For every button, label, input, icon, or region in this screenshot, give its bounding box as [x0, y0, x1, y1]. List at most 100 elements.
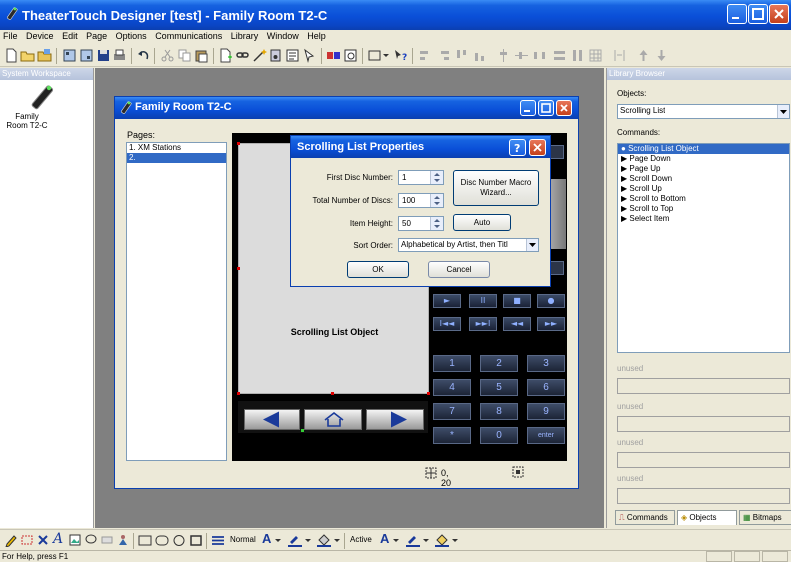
normal-font-color-icon[interactable]: A: [262, 531, 271, 546]
keypad-8-button[interactable]: 8: [480, 403, 518, 420]
command-item[interactable]: ▶ Page Up: [618, 164, 789, 174]
menu-device[interactable]: Device: [23, 30, 57, 42]
keypad-9-button[interactable]: 9: [527, 403, 565, 420]
command-item[interactable]: ▶ Scroll to Top: [618, 204, 789, 214]
stop-button[interactable]: ■: [503, 294, 531, 308]
tab-commands[interactable]: ⎍ Commands: [615, 510, 675, 525]
paste-icon[interactable]: [194, 48, 209, 63]
macro-wizard-button[interactable]: Disc Number Macro Wizard...: [453, 170, 539, 206]
active-font-color-icon[interactable]: A: [380, 531, 389, 546]
page-item-selected[interactable]: 2.: [127, 153, 226, 163]
keypad-2-button[interactable]: 2: [480, 355, 518, 372]
previous-track-button[interactable]: I◄◄: [433, 317, 461, 331]
command-item[interactable]: ▶ Scroll to Bottom: [618, 194, 789, 204]
menu-file[interactable]: File: [0, 30, 21, 42]
chevron-down-icon[interactable]: [274, 533, 282, 547]
keypad-7-button[interactable]: 7: [433, 403, 471, 420]
cancel-button[interactable]: Cancel: [428, 261, 490, 278]
chevron-down-icon[interactable]: [777, 105, 789, 118]
lasso-icon[interactable]: [84, 533, 98, 547]
keypad-star-button[interactable]: *: [433, 427, 471, 444]
import-icon[interactable]: [62, 48, 77, 63]
menu-help[interactable]: Help: [304, 30, 329, 42]
command-item-selected[interactable]: ● Scrolling List Object: [618, 144, 789, 154]
square-shape-icon[interactable]: [189, 534, 203, 547]
properties-icon[interactable]: [285, 48, 300, 63]
menu-library[interactable]: Library: [228, 30, 262, 42]
menu-edit[interactable]: Edit: [59, 30, 81, 42]
chevron-down-icon[interactable]: [392, 533, 400, 547]
wand-icon[interactable]: [252, 48, 267, 63]
dialog-help-button[interactable]: ?: [509, 139, 526, 156]
first-disc-value[interactable]: 1: [402, 173, 406, 182]
print-icon[interactable]: [112, 48, 127, 63]
resize-handle[interactable]: [237, 392, 240, 395]
keypad-5-button[interactable]: 5: [480, 379, 518, 396]
pages-list[interactable]: 1. XM Stations 2.: [126, 142, 227, 461]
item-height-spinner[interactable]: 50: [398, 216, 444, 231]
dialog-close-button[interactable]: [529, 139, 546, 156]
tab-objects[interactable]: ◈ Objects: [677, 510, 737, 525]
nav-forward-button[interactable]: [366, 409, 424, 430]
auto-button[interactable]: Auto: [453, 214, 511, 231]
save-icon[interactable]: [96, 48, 111, 63]
maximize-button[interactable]: [748, 4, 768, 24]
keypad-3-button[interactable]: 3: [527, 355, 565, 372]
button-tool-icon[interactable]: [100, 533, 114, 547]
normal-line-color-icon[interactable]: [287, 533, 303, 547]
resize-handle[interactable]: [237, 142, 240, 145]
minimize-button[interactable]: [727, 4, 747, 24]
child-maximize-button[interactable]: [538, 100, 554, 116]
chevron-down-icon[interactable]: [382, 48, 390, 63]
total-discs-value[interactable]: 100: [402, 196, 415, 205]
cut-icon[interactable]: [160, 48, 175, 63]
menu-options[interactable]: Options: [113, 30, 150, 42]
rounded-rectangle-icon[interactable]: [155, 534, 169, 547]
marquee-icon[interactable]: [20, 533, 34, 547]
resize-handle[interactable]: [237, 267, 240, 270]
rectangle-shape-icon[interactable]: [138, 534, 152, 547]
active-fill-color-icon[interactable]: [434, 533, 450, 547]
ok-button[interactable]: OK: [347, 261, 409, 278]
open-project-icon[interactable]: [37, 48, 52, 63]
preview-icon[interactable]: [343, 48, 358, 63]
normal-fill-color-icon[interactable]: [316, 533, 332, 547]
menu-page[interactable]: Page: [83, 30, 110, 42]
sort-order-select[interactable]: Alphabetical by Artist, then Titl: [398, 238, 539, 252]
image-tool-icon[interactable]: [68, 533, 82, 547]
sort-order-value[interactable]: Alphabetical by Artist, then Titl: [401, 240, 527, 249]
menu-communications[interactable]: Communications: [152, 30, 225, 42]
pencil-icon[interactable]: [4, 533, 18, 547]
delete-icon[interactable]: [36, 533, 50, 547]
keypad-0-button[interactable]: 0: [480, 427, 518, 444]
active-line-color-icon[interactable]: [405, 533, 421, 547]
keypad-enter-button[interactable]: enter: [527, 427, 565, 444]
chevron-down-icon[interactable]: [333, 533, 341, 547]
new-page-icon[interactable]: [218, 48, 233, 63]
tab-bitmaps[interactable]: ▦ Bitmaps: [739, 510, 791, 525]
copy-icon[interactable]: [177, 48, 192, 63]
open-folder-icon[interactable]: [20, 48, 35, 63]
export-icon[interactable]: [79, 48, 94, 63]
chevron-down-icon[interactable]: [526, 239, 538, 251]
rewind-button[interactable]: ◄◄: [503, 317, 531, 331]
device-label[interactable]: Family Room T2-C: [4, 112, 50, 130]
command-item[interactable]: ▶ Scroll Down: [618, 174, 789, 184]
undo-icon[interactable]: [136, 48, 151, 63]
command-item[interactable]: ▶ Scroll Up: [618, 184, 789, 194]
device-icon[interactable]: [268, 48, 283, 63]
spinner-arrows[interactable]: [430, 217, 443, 230]
nav-home-button[interactable]: [304, 409, 362, 430]
page-item[interactable]: 1. XM Stations: [127, 143, 226, 153]
chevron-down-icon[interactable]: [422, 533, 430, 547]
item-height-value[interactable]: 50: [402, 219, 411, 228]
keypad-6-button[interactable]: 6: [527, 379, 565, 396]
first-disc-spinner[interactable]: 1: [398, 170, 444, 185]
spinner-arrows[interactable]: [430, 194, 443, 207]
menu-window[interactable]: Window: [264, 30, 302, 42]
help-cursor-icon[interactable]: ?: [393, 48, 408, 63]
pause-button[interactable]: II: [469, 294, 497, 308]
total-discs-spinner[interactable]: 100: [398, 193, 444, 208]
remote-control-icon[interactable]: [28, 82, 56, 112]
objects-value[interactable]: Scrolling List: [620, 106, 665, 115]
